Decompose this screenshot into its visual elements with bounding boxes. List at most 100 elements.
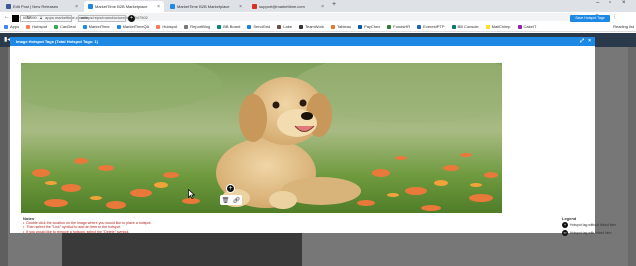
bookmark-favicon-icon xyxy=(217,24,222,29)
bookmark-item[interactable]: CakeIT xyxy=(517,24,537,29)
bookmark-item[interactable]: EverestPTP xyxy=(417,24,445,29)
bookmark-favicon-icon xyxy=(247,24,252,29)
bookmark-label: EverestPTP xyxy=(423,24,445,29)
bookmark-item[interactable]: MarketTime xyxy=(82,24,110,29)
bookmark-label: Bill Console xyxy=(457,24,479,29)
bookmark-item[interactable]: Lake xyxy=(277,24,292,29)
bookmark-favicon-icon xyxy=(358,24,363,29)
bookmark-item[interactable]: CanDeal xyxy=(54,24,76,29)
close-window-icon[interactable]: × xyxy=(622,0,626,6)
hotspot-toolbar: 🗑︎ 🔗︎ xyxy=(220,195,242,205)
bookmark-favicon-icon xyxy=(331,24,336,29)
tab-label: Edit Post | New Releases xyxy=(13,4,59,9)
tab-favicon-icon xyxy=(6,4,11,9)
plus-icon[interactable]: + xyxy=(128,15,135,22)
bookmark-item[interactable]: TeamWork xyxy=(298,24,325,29)
bookmark-label: Hubspot xyxy=(162,24,178,29)
bookmark-item[interactable]: ReportBlog xyxy=(184,24,210,29)
bookmark-item[interactable]: PayChex xyxy=(358,24,380,29)
bookmark-item[interactable]: Tableau xyxy=(331,24,351,29)
bookmark-item[interactable]: Hubspot xyxy=(26,24,47,29)
hotspot-marker[interactable]: + xyxy=(226,184,235,193)
bookmark-label: MarketTimeQA xyxy=(122,24,150,29)
bookmark-label: SendGrid xyxy=(253,24,271,29)
back-icon[interactable]: ← xyxy=(4,14,10,20)
bookmark-item[interactable]: Apps xyxy=(4,24,19,29)
minimize-icon[interactable]: – xyxy=(596,0,599,6)
browser-tab-bar: Edit Post | New Releases × MarketTime B2… xyxy=(0,0,636,12)
close-tab-icon[interactable]: × xyxy=(239,4,242,10)
browser-tab[interactable]: support@markettime.com × xyxy=(248,1,328,12)
reading-list-button[interactable]: Reading list xyxy=(610,24,634,29)
legend-item: ∞ Hotspot tag with linked item xyxy=(562,230,611,236)
modal-title: Image Hotspot Tags (Total Hotspot Tags: … xyxy=(16,39,98,44)
bookmark-favicon-icon xyxy=(184,24,189,29)
bookmark-item[interactable]: Bill Console xyxy=(451,24,479,29)
app-sidebar xyxy=(0,47,8,266)
legend-heading: Legend xyxy=(562,216,577,221)
tab-favicon-icon xyxy=(170,4,175,9)
bookmark-label: CanDeal xyxy=(60,24,76,29)
close-tab-icon[interactable]: × xyxy=(321,4,324,10)
bookmark-favicon-icon xyxy=(517,24,522,29)
hotspot-size-input[interactable]: auto xyxy=(78,15,126,22)
color-swatch[interactable] xyxy=(12,15,19,22)
delete-icon[interactable]: 🗑︎ xyxy=(222,197,230,204)
close-tab-icon[interactable]: × xyxy=(157,4,160,10)
close-tab-icon[interactable]: × xyxy=(75,4,78,10)
bookmark-label: BB Board xyxy=(223,24,241,29)
legend-item: + Hotspot tag without linked item xyxy=(562,222,616,228)
modal-header: Image Hotspot Tags (Total Hotspot Tags: … xyxy=(10,37,595,46)
browser-tab[interactable]: Edit Post | New Releases × xyxy=(2,1,82,12)
bookmark-favicon-icon xyxy=(156,24,161,29)
mouse-cursor-icon xyxy=(188,189,195,199)
bookmark-favicon-icon xyxy=(26,24,31,29)
bookmark-favicon-icon xyxy=(451,24,456,29)
legend-label: Hotspot tag without linked item xyxy=(570,223,617,227)
bookmark-favicon-icon xyxy=(82,24,87,29)
plus-icon: + xyxy=(562,222,568,228)
bookmark-item[interactable]: BB Board xyxy=(217,24,240,29)
legend-label: Hotspot tag with linked item xyxy=(570,231,612,235)
bookmark-item[interactable]: FundsHR xyxy=(387,24,410,29)
bookmark-favicon-icon xyxy=(298,24,303,29)
bookmark-label: Tableau xyxy=(337,24,352,29)
bookmark-favicon-icon xyxy=(54,24,59,29)
menu-icon[interactable]: ⋮ xyxy=(612,14,617,20)
bookmark-label: PayChex xyxy=(364,24,381,29)
notes-list: Double click the location on the image w… xyxy=(23,221,151,234)
bookmark-favicon-icon xyxy=(417,24,422,29)
browser-tab-active[interactable]: MarketTime B2B Marketplace × xyxy=(84,1,164,12)
tab-favicon-icon xyxy=(88,4,93,9)
tab-label: MarketTime B2B Marketplace xyxy=(95,4,148,9)
save-hotspot-tags-button[interactable]: Save Hotspot Tags xyxy=(570,15,610,22)
expand-icon[interactable]: ⤢ xyxy=(580,38,584,44)
bookmark-item[interactable]: MarketTimeQA xyxy=(116,24,150,29)
page-scrollbar[interactable] xyxy=(628,47,636,266)
bookmark-label: Apps xyxy=(10,24,20,29)
bookmark-favicon-icon xyxy=(387,24,392,29)
bookmark-label: FundsHR xyxy=(393,24,411,29)
maximize-icon[interactable]: ▫ xyxy=(609,0,611,6)
product-image[interactable] xyxy=(21,63,502,213)
bookmark-label: Lake xyxy=(283,24,292,29)
new-tab-button[interactable]: + xyxy=(332,1,336,8)
hotspot-color-input[interactable]: #000000 xyxy=(20,15,72,22)
browser-tab[interactable]: MarketTime B2B Marketplace × xyxy=(166,1,246,12)
tab-label: MarketTime B2B Marketplace xyxy=(177,4,230,9)
bookmarks-bar: Apps Hubspot CanDeal MarketTime MarketTi… xyxy=(0,22,636,32)
bookmark-item[interactable]: SendGrid xyxy=(247,24,270,29)
bookmark-label: TeamWork xyxy=(304,24,325,29)
bookmark-item[interactable]: MailChimp xyxy=(485,24,511,29)
bookmark-label: CakeIT xyxy=(523,24,537,29)
tab-label: support@markettime.com xyxy=(259,4,305,9)
bookmark-item[interactable]: Hubspot xyxy=(156,24,177,29)
bookmark-label: Hubspot xyxy=(32,24,48,29)
link-icon: ∞ xyxy=(562,230,568,236)
close-icon[interactable]: × xyxy=(588,38,591,44)
background-panel xyxy=(62,232,302,266)
link-icon[interactable]: 🔗︎ xyxy=(233,197,241,204)
bookmark-label: MailChimp xyxy=(491,24,511,29)
tab-favicon-icon xyxy=(252,4,257,9)
bookmark-favicon-icon xyxy=(116,24,121,29)
